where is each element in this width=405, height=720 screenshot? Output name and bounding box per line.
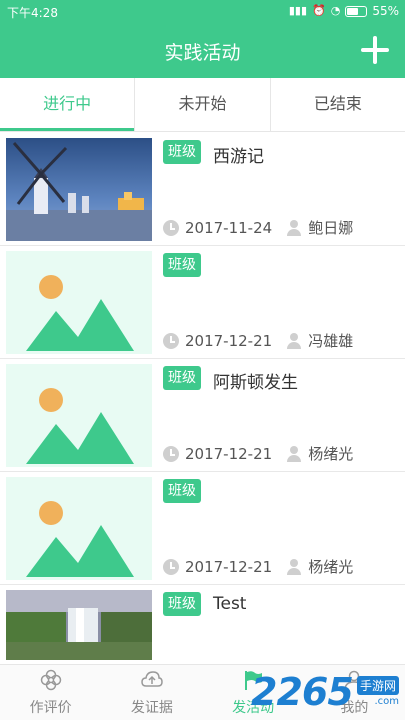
person-icon bbox=[286, 558, 302, 575]
cloud-upload-icon bbox=[141, 671, 163, 687]
activity-item[interactable]: 班级 2017-12-21 杨绪光 bbox=[0, 472, 405, 585]
activity-thumbnail bbox=[6, 138, 152, 241]
status-bar: 下午4:28 ▮▮▮ ⏰ ◔ 55% bbox=[0, 0, 405, 24]
activity-item[interactable]: 班级 2017-12-21 冯雄雄 bbox=[0, 246, 405, 359]
activity-item[interactable]: 班级 阿斯顿发生 2017-12-21 杨绪光 bbox=[0, 359, 405, 472]
wifi-icon: ◔ bbox=[330, 4, 341, 17]
alarm-icon: ⏰ bbox=[312, 4, 326, 17]
battery-icon bbox=[345, 5, 368, 17]
activity-date: 2017-12-21 bbox=[185, 444, 273, 463]
flower-icon bbox=[40, 669, 61, 691]
activity-thumbnail bbox=[6, 477, 152, 580]
image-placeholder-icon bbox=[6, 477, 152, 580]
nav-evaluate[interactable]: 作评价 bbox=[0, 665, 101, 720]
windmill-photo bbox=[6, 138, 152, 241]
activity-title: Test bbox=[213, 594, 247, 614]
nav-label: 作评价 bbox=[29, 700, 72, 716]
add-icon[interactable] bbox=[361, 36, 389, 64]
clock-icon bbox=[163, 332, 179, 349]
activity-item[interactable]: 班级 西游记 2017-11-24 鲍日娜 bbox=[0, 133, 405, 246]
clock-icon bbox=[163, 219, 179, 236]
activity-list: 班级 西游记 2017-11-24 鲍日娜 班级 2017-12-21 冯雄雄 bbox=[0, 133, 405, 698]
person-icon bbox=[286, 332, 302, 349]
user-icon bbox=[344, 670, 365, 691]
battery-percent: 55% bbox=[372, 4, 399, 18]
page-title: 实践活动 bbox=[164, 42, 241, 64]
nav-mine[interactable]: 我的 bbox=[304, 665, 405, 720]
tab-not-started[interactable]: 未开始 bbox=[135, 78, 271, 131]
class-badge: 班级 bbox=[163, 253, 201, 277]
signal-icon: ▮▮▮ bbox=[288, 4, 308, 17]
nav-label: 发活动 bbox=[232, 700, 275, 716]
activity-date: 2017-12-21 bbox=[185, 331, 273, 350]
activity-author: 杨绪光 bbox=[308, 445, 354, 463]
nav-label: 我的 bbox=[340, 700, 369, 716]
image-placeholder-icon bbox=[6, 251, 152, 354]
nav-label: 发证据 bbox=[130, 700, 173, 716]
activity-thumbnail bbox=[6, 364, 152, 467]
waterfall-photo bbox=[6, 590, 152, 660]
activity-thumbnail bbox=[6, 590, 152, 660]
image-placeholder-icon bbox=[6, 364, 152, 467]
activity-meta: 2017-11-24 鲍日娜 bbox=[163, 217, 353, 238]
status-icons: ▮▮▮ ⏰ ◔ 55% bbox=[289, 3, 399, 19]
tab-in-progress[interactable]: 进行中 bbox=[0, 78, 136, 131]
activity-author: 冯雄雄 bbox=[308, 332, 354, 350]
flag-icon bbox=[245, 671, 263, 690]
activity-date: 2017-12-21 bbox=[185, 557, 273, 576]
person-icon bbox=[286, 219, 302, 236]
tab-bar: 进行中 未开始 已结束 bbox=[0, 78, 405, 132]
bottom-nav: 作评价 发证据 发活动 我的 bbox=[0, 664, 405, 720]
class-badge: 班级 bbox=[163, 592, 201, 616]
person-icon bbox=[286, 445, 302, 462]
status-time: 下午4:28 bbox=[7, 6, 58, 20]
class-badge: 班级 bbox=[163, 140, 201, 164]
activity-meta: 2017-12-21 杨绪光 bbox=[163, 556, 353, 577]
class-badge: 班级 bbox=[163, 479, 201, 503]
nav-activity[interactable]: 发活动 bbox=[203, 665, 304, 720]
app-bar: 实践活动 bbox=[0, 24, 405, 78]
activity-meta: 2017-12-21 冯雄雄 bbox=[163, 330, 353, 351]
activity-title: 西游记 bbox=[213, 147, 264, 167]
tab-ended[interactable]: 已结束 bbox=[271, 78, 405, 131]
nav-evidence[interactable]: 发证据 bbox=[101, 665, 202, 720]
activity-author: 鲍日娜 bbox=[308, 219, 354, 237]
class-badge: 班级 bbox=[163, 366, 201, 390]
clock-icon bbox=[163, 445, 179, 462]
activity-date: 2017-11-24 bbox=[185, 218, 273, 237]
activity-meta: 2017-12-21 杨绪光 bbox=[163, 443, 353, 464]
activity-thumbnail bbox=[6, 251, 152, 354]
activity-title: 阿斯顿发生 bbox=[213, 373, 298, 393]
activity-author: 杨绪光 bbox=[308, 558, 354, 576]
clock-icon bbox=[163, 558, 179, 575]
